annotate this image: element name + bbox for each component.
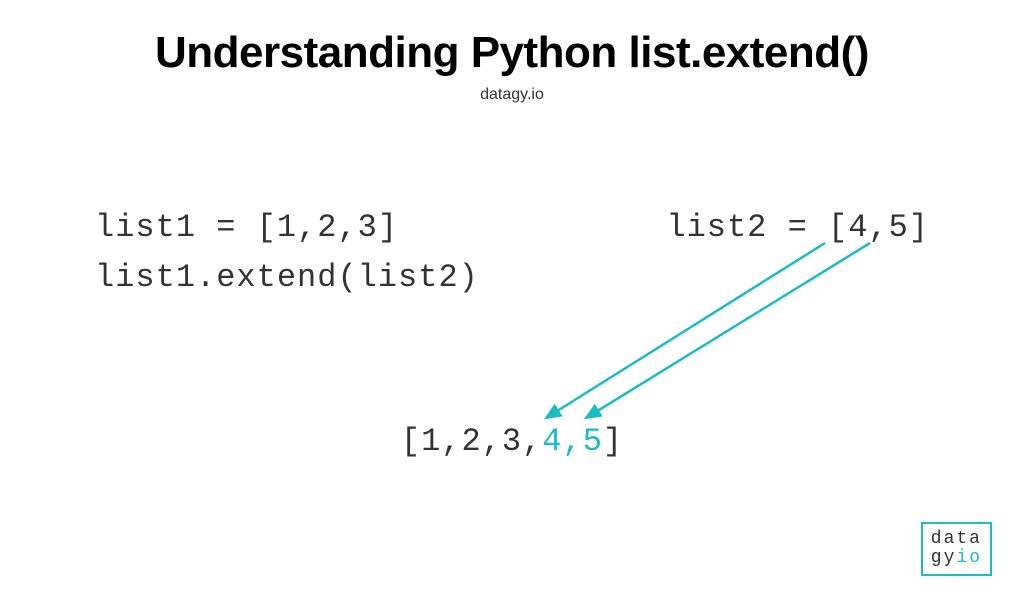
code-extend-call: list1.extend(list2) <box>95 253 929 303</box>
logo-line2-prefix: gy <box>931 548 957 568</box>
result-block: [1,2,3,4,5] <box>0 423 1024 460</box>
result-highlight: 4,5 <box>542 423 603 460</box>
code-block: list1 = [1,2,3] list2 = [4,5] list1.exte… <box>95 203 929 302</box>
page-subtitle: datagy.io <box>0 86 1024 104</box>
datagy-logo: data gyio <box>921 522 992 576</box>
code-list1-def: list1 = [1,2,3] <box>95 203 398 253</box>
page-title: Understanding Python list.extend() <box>0 28 1024 78</box>
logo-line1: data <box>931 530 982 549</box>
result-suffix: ] <box>603 423 623 460</box>
diagram-arrows <box>0 28 1024 604</box>
code-list2-def: list2 = [4,5] <box>666 203 929 253</box>
result-prefix: [1,2,3, <box>401 423 542 460</box>
logo-line2-suffix: io <box>956 548 982 568</box>
